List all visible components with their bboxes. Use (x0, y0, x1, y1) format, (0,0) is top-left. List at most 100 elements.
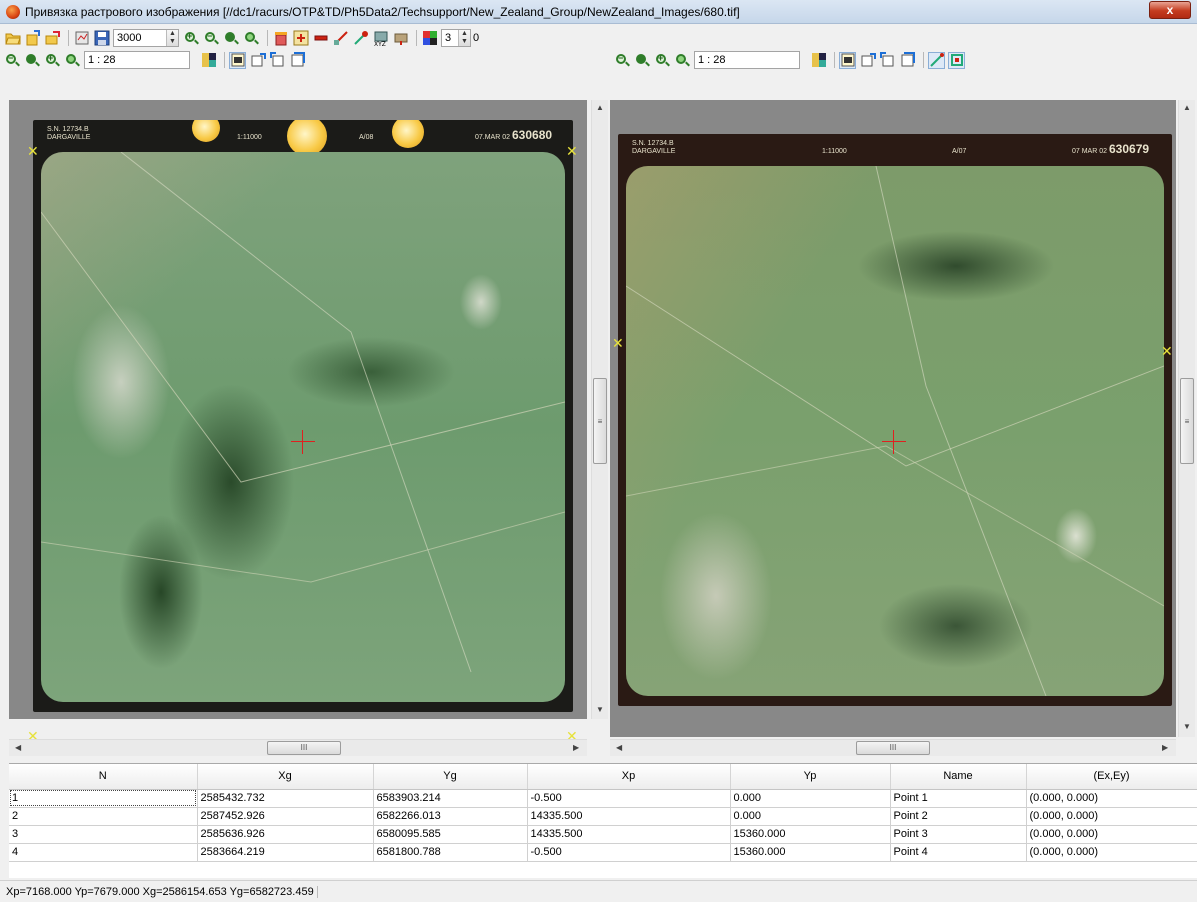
right-vscroll-thumb[interactable]: ≡ (1180, 378, 1194, 464)
right-zoom-plus-icon[interactable]: + (654, 52, 671, 69)
zoom-actual-icon[interactable] (243, 30, 260, 47)
table-row[interactable]: 2 2587452.926 6582266.013 14335.500 0.00… (9, 807, 1197, 826)
cell-yg[interactable]: 6580095.585 (373, 825, 528, 844)
column-header-xp[interactable]: Xp (527, 764, 731, 790)
column-header-name[interactable]: Name (890, 764, 1027, 790)
left-fit-page-icon[interactable] (229, 51, 246, 69)
cell-xg[interactable]: 2585636.926 (197, 825, 374, 844)
left-vscroll-up-arrow[interactable]: ▲ (596, 103, 604, 112)
right-zoom-in-icon[interactable] (634, 52, 651, 69)
cell-n[interactable]: 3 (9, 825, 198, 844)
left-rotate-ccw-icon[interactable] (269, 52, 286, 69)
left-zoom-plus-icon[interactable]: + (44, 52, 61, 69)
open-folder-icon[interactable] (4, 30, 21, 47)
table-row[interactable]: 3 2585636.926 6580095.585 14335.500 1536… (9, 825, 1197, 844)
auto-points-icon[interactable] (352, 30, 369, 47)
cell-error[interactable]: (0.000, 0.000) (1026, 807, 1197, 826)
cell-xp[interactable]: -0.500 (527, 843, 731, 862)
right-zoom-out-icon[interactable]: − (614, 52, 631, 69)
column-header-yp[interactable]: Yp (730, 764, 891, 790)
cell-yp[interactable]: 15360.000 (730, 843, 891, 862)
show-vectors-icon[interactable] (928, 51, 945, 69)
cell-error[interactable]: (0.000, 0.000) (1026, 825, 1197, 844)
left-image-view[interactable]: S.N. 12734.B DARGAVILLE 1:11000 A/08 07.… (9, 100, 587, 743)
right-vscroll-up-arrow[interactable]: ▲ (1183, 103, 1191, 112)
right-vertical-scrollbar[interactable]: ▲ ≡ ▼ (1178, 100, 1195, 737)
left-vscroll-down-arrow[interactable]: ▼ (596, 705, 604, 714)
delete-point-icon[interactable] (312, 30, 329, 47)
left-vscroll-thumb[interactable]: ≡ (593, 378, 607, 464)
cell-yp[interactable]: 15360.000 (730, 825, 891, 844)
cell-xg[interactable]: 2583664.219 (197, 843, 374, 862)
show-points-icon[interactable] (948, 51, 965, 69)
right-brightness-icon[interactable] (810, 52, 827, 69)
load-points-icon[interactable] (73, 30, 90, 47)
cell-name[interactable]: Point 2 (890, 807, 1027, 826)
size-spinbox[interactable]: 3000 ▲ ▼ (113, 29, 179, 47)
cell-yp[interactable]: 0.000 (730, 789, 891, 808)
table-row[interactable]: 1 2585432.732 6583903.214 -0.500 0.000 P… (9, 789, 1197, 808)
cell-yg[interactable]: 6583903.214 (373, 789, 528, 808)
column-header-xg[interactable]: Xg (197, 764, 374, 790)
left-hscroll-left-arrow[interactable]: ◀ (15, 743, 21, 752)
column-header-error[interactable]: (Ex,Ey) (1026, 764, 1197, 790)
left-zoom-in-icon[interactable] (24, 52, 41, 69)
cell-n[interactable]: 4 (9, 843, 198, 862)
right-rotate-ccw-icon[interactable] (879, 52, 896, 69)
save-icon[interactable] (93, 30, 110, 47)
zoom-out-icon[interactable]: − (203, 30, 220, 47)
right-hscroll-left-arrow[interactable]: ◀ (616, 743, 622, 752)
left-rotate-cw-icon[interactable] (249, 52, 266, 69)
cell-name[interactable]: Point 3 (890, 825, 1027, 844)
cell-error[interactable]: (0.000, 0.000) (1026, 843, 1197, 862)
cell-xg[interactable]: 2585432.732 (197, 789, 374, 808)
right-rotate-cw-icon[interactable] (859, 52, 876, 69)
clear-points-icon[interactable] (272, 30, 289, 47)
left-flip-icon[interactable] (289, 52, 306, 69)
right-hscroll-thumb[interactable]: III (856, 741, 930, 755)
right-zoom-fit-icon[interactable] (674, 52, 691, 69)
right-hscroll-right-arrow[interactable]: ▶ (1162, 743, 1168, 752)
cell-name[interactable]: Point 4 (890, 843, 1027, 862)
export-icon[interactable] (392, 30, 409, 47)
right-vscroll-down-arrow[interactable]: ▼ (1183, 722, 1191, 731)
zoom-fit-icon[interactable] (223, 30, 240, 47)
cell-xg[interactable]: 2587452.926 (197, 807, 374, 826)
size-spin-arrows[interactable]: ▲ ▼ (166, 30, 178, 46)
cell-xp[interactable]: -0.500 (527, 789, 731, 808)
left-vertical-scrollbar[interactable]: ▲ ≡ ▼ (591, 100, 608, 719)
add-point-icon[interactable] (292, 30, 309, 47)
left-scale-field[interactable]: 1 : 28 (84, 51, 190, 69)
cell-yg[interactable]: 6581800.788 (373, 843, 528, 862)
right-image-view[interactable]: S.N. 12734.B DARGAVILLE 1:11000 A/07 07 … (610, 100, 1176, 737)
left-horizontal-scrollbar[interactable]: ◀ III ▶ (9, 739, 587, 756)
left-zoom-out-icon[interactable]: − (4, 52, 21, 69)
left-brightness-icon[interactable] (200, 52, 217, 69)
right-flip-icon[interactable] (899, 52, 916, 69)
bands-spinbox[interactable]: 3 ▲ ▼ (441, 29, 471, 47)
cell-n[interactable]: 1 (9, 789, 198, 808)
close-button[interactable]: x (1149, 1, 1191, 19)
folder-arrow-icon[interactable] (44, 30, 61, 47)
right-fit-page-icon[interactable] (839, 51, 856, 69)
column-header-n[interactable]: N (9, 764, 198, 790)
left-zoom-fit-icon[interactable] (64, 52, 81, 69)
cell-yg[interactable]: 6582266.013 (373, 807, 528, 826)
cell-n[interactable]: 2 (9, 807, 198, 826)
left-hscroll-right-arrow[interactable]: ▶ (573, 743, 579, 752)
bands-spin-arrows[interactable]: ▲ ▼ (458, 30, 470, 46)
import-icon[interactable] (24, 30, 41, 47)
cell-xp[interactable]: 14335.500 (527, 807, 731, 826)
table-row[interactable]: 4 2583664.219 6581800.788 -0.500 15360.0… (9, 843, 1197, 862)
right-horizontal-scrollbar[interactable]: ◀ III ▶ (610, 739, 1176, 756)
cell-error[interactable]: (0.000, 0.000) (1026, 789, 1197, 808)
move-point-icon[interactable] (332, 30, 349, 47)
cell-xp[interactable]: 14335.500 (527, 825, 731, 844)
column-header-yg[interactable]: Yg (373, 764, 528, 790)
transform-xyz-icon[interactable]: XYZ (372, 30, 389, 47)
zoom-in-icon[interactable]: + (183, 30, 200, 47)
right-scale-field[interactable]: 1 : 28 (694, 51, 800, 69)
cell-name[interactable]: Point 1 (890, 789, 1027, 808)
cell-yp[interactable]: 0.000 (730, 807, 891, 826)
left-hscroll-thumb[interactable]: III (267, 741, 341, 755)
